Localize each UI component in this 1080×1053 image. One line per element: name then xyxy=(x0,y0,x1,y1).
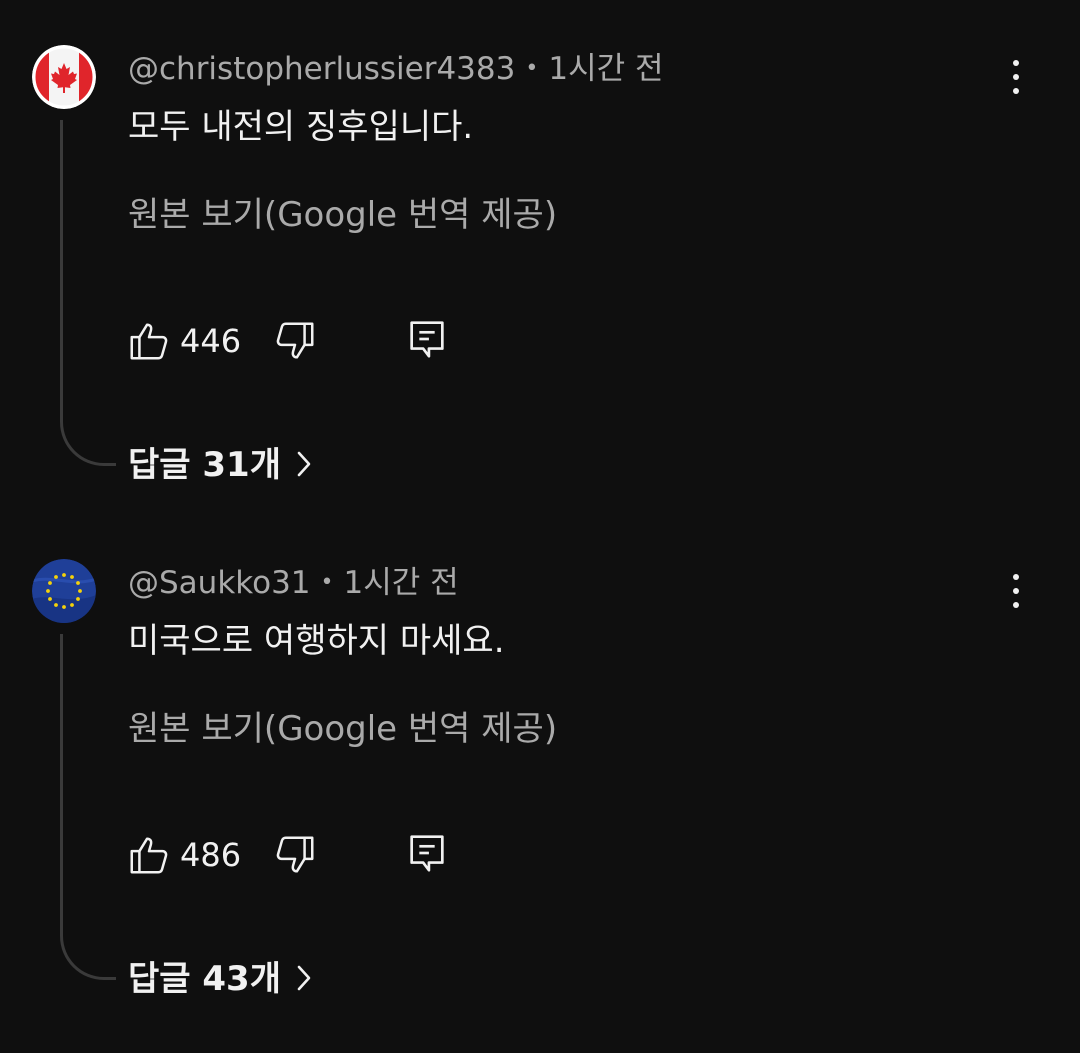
canada-flag-icon xyxy=(32,45,96,109)
thread-line xyxy=(60,120,116,466)
replies-count-label: 답글 31개 xyxy=(128,445,281,485)
thumbs-down-icon xyxy=(276,322,314,359)
avatar[interactable] xyxy=(32,45,96,109)
thread-line xyxy=(60,634,116,980)
meta-separator: • xyxy=(320,570,334,595)
see-original-link[interactable]: 원본 보기(Google 번역 제공) xyxy=(128,706,557,752)
thumbs-down-icon xyxy=(276,836,314,873)
thumbs-up-icon xyxy=(130,323,168,360)
comment-time: 1시간 전 xyxy=(548,51,664,87)
comment-item: @christopherlussier4383 • 1시간 전 모두 내전의 징후입… xyxy=(0,0,1080,500)
avatar[interactable] xyxy=(32,559,96,623)
like-button[interactable] xyxy=(126,318,172,364)
comment-meta: @Saukko31 • 1시간 전 xyxy=(128,563,459,603)
like-count: 486 xyxy=(180,836,242,874)
reply-button[interactable] xyxy=(404,830,450,876)
like-button[interactable] xyxy=(126,832,172,878)
comment-meta: @christopherlussier4383 • 1시간 전 xyxy=(128,49,663,89)
reply-button[interactable] xyxy=(404,316,450,362)
thumbs-up-icon xyxy=(130,837,168,874)
dislike-button[interactable] xyxy=(272,318,318,364)
eu-flag-icon xyxy=(32,559,96,623)
like-count: 446 xyxy=(180,322,242,360)
replies-count-label: 답글 43개 xyxy=(128,959,281,999)
dislike-button[interactable] xyxy=(272,832,318,878)
meta-separator: • xyxy=(525,56,539,81)
view-replies-button[interactable]: 답글 43개 xyxy=(128,954,313,1004)
chevron-right-icon xyxy=(297,451,311,476)
chevron-right-icon xyxy=(297,965,311,990)
more-options-button[interactable] xyxy=(996,52,1036,102)
comment-item: @Saukko31 • 1시간 전 미국으로 여행하지 마세요. 원본 보기(Goo… xyxy=(0,514,1080,1014)
author-handle[interactable]: @Saukko31 xyxy=(128,565,311,601)
more-options-button[interactable] xyxy=(996,566,1036,616)
see-original-link[interactable]: 원본 보기(Google 번역 제공) xyxy=(128,192,557,238)
reply-icon xyxy=(410,321,444,358)
view-replies-button[interactable]: 답글 31개 xyxy=(128,440,313,490)
comment-text: 미국으로 여행하지 마세요. xyxy=(128,621,505,661)
comment-text: 모두 내전의 징후입니다. xyxy=(128,107,474,147)
author-handle[interactable]: @christopherlussier4383 xyxy=(128,51,515,87)
comment-time: 1시간 전 xyxy=(343,565,459,601)
reply-icon xyxy=(410,835,444,872)
